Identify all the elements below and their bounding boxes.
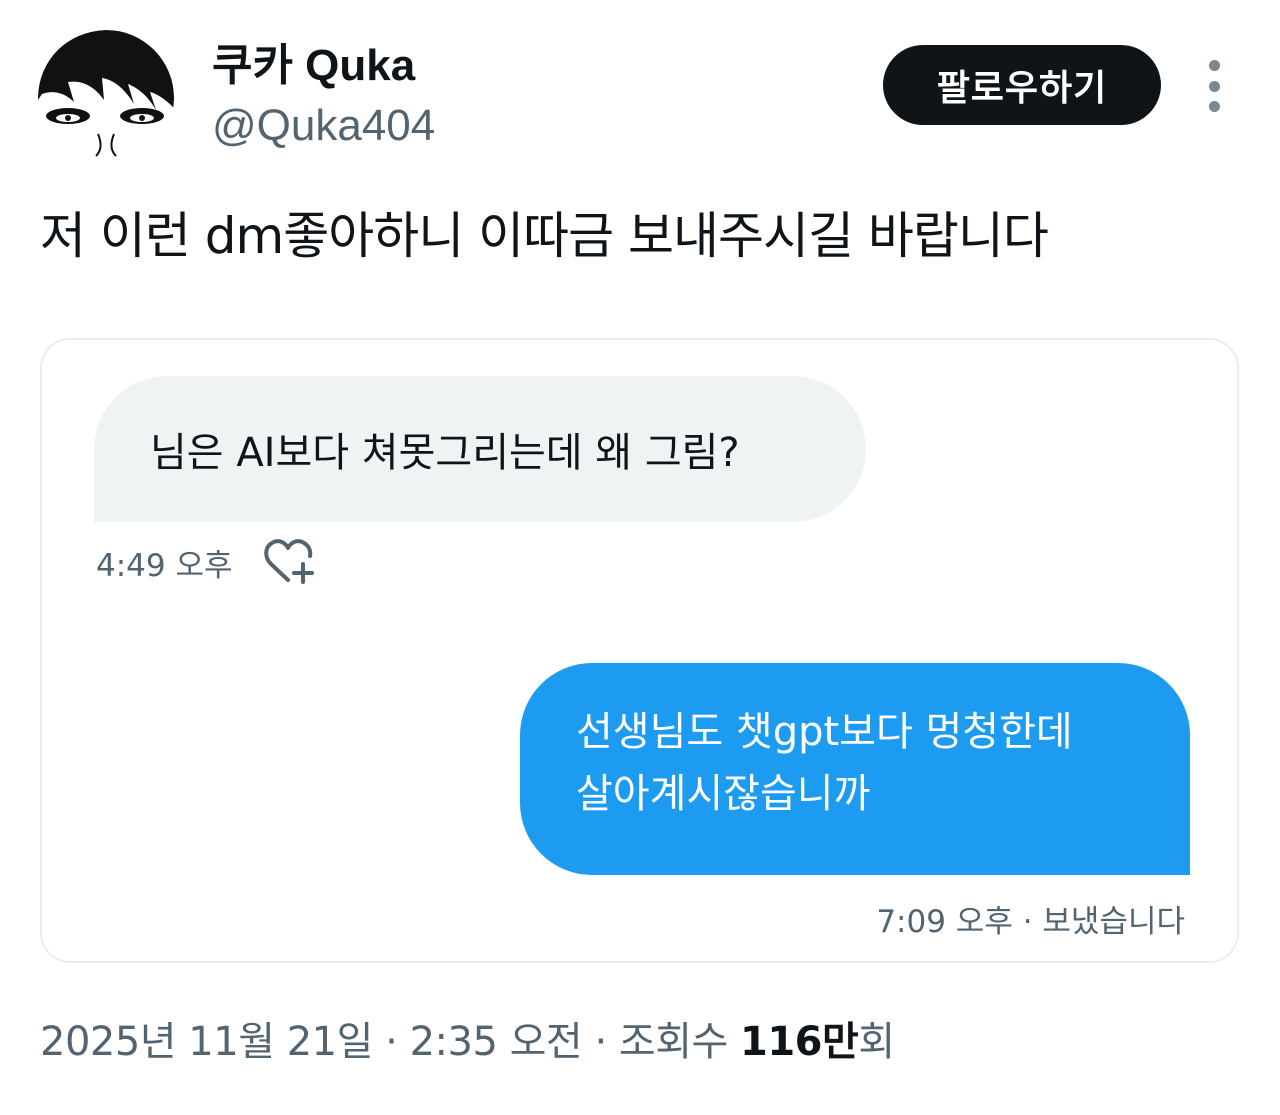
views-label: 조회수	[618, 1019, 728, 1065]
author-handle[interactable]: @Quka404	[212, 98, 435, 154]
avatar[interactable]	[38, 30, 174, 166]
heart-add-icon	[263, 538, 317, 586]
more-options-button[interactable]	[1196, 60, 1232, 112]
received-message-bubble: 님은 AI보다 쳐못그리는데 왜 그림?	[94, 376, 866, 522]
received-message-time: 4:49 오후	[96, 547, 233, 584]
sent-message-line-1: 선생님도 챗gpt보다 멍청한데	[576, 709, 1073, 755]
sent-message-line-2: 살아계시잖습니까	[576, 771, 871, 817]
tweet-time[interactable]: 2:35 오전	[410, 1019, 583, 1065]
follow-button[interactable]: 팔로우하기	[883, 45, 1161, 125]
more-vertical-icon	[1208, 80, 1220, 92]
received-message-text: 님은 AI보다 쳐못그리는데 왜 그림?	[150, 430, 740, 476]
cartoon-face-avatar-icon	[38, 30, 174, 166]
sent-message-meta: 7:09 오후 · 보냈습니다	[876, 904, 1185, 940]
received-message-meta: 4:49 오후	[96, 538, 317, 586]
tweet-date[interactable]: 2025년 11월 21일	[40, 1019, 373, 1065]
tweet-text: 저 이런 dm좋아하니 이따금 보내주시길 바랍니다	[40, 207, 1049, 265]
tweet-media-image[interactable]: 님은 AI보다 쳐못그리는데 왜 그림? 4:49 오후 선생님도 챗gpt보다…	[40, 338, 1239, 963]
views-count: 116만	[740, 1019, 859, 1065]
tweet-metadata: 2025년 11월 21일 · 2:35 오전 · 조회수 116만회	[40, 1012, 895, 1072]
separator: ·	[594, 1019, 607, 1065]
sent-message-bubble: 선생님도 챗gpt보다 멍청한데 살아계시잖습니까	[520, 663, 1190, 875]
views-suffix: 회	[858, 1019, 895, 1065]
author-display-name[interactable]: 쿠카 Quka	[212, 38, 415, 94]
more-vertical-icon	[1208, 60, 1220, 71]
separator: ·	[385, 1019, 398, 1065]
more-vertical-icon	[1208, 101, 1220, 112]
